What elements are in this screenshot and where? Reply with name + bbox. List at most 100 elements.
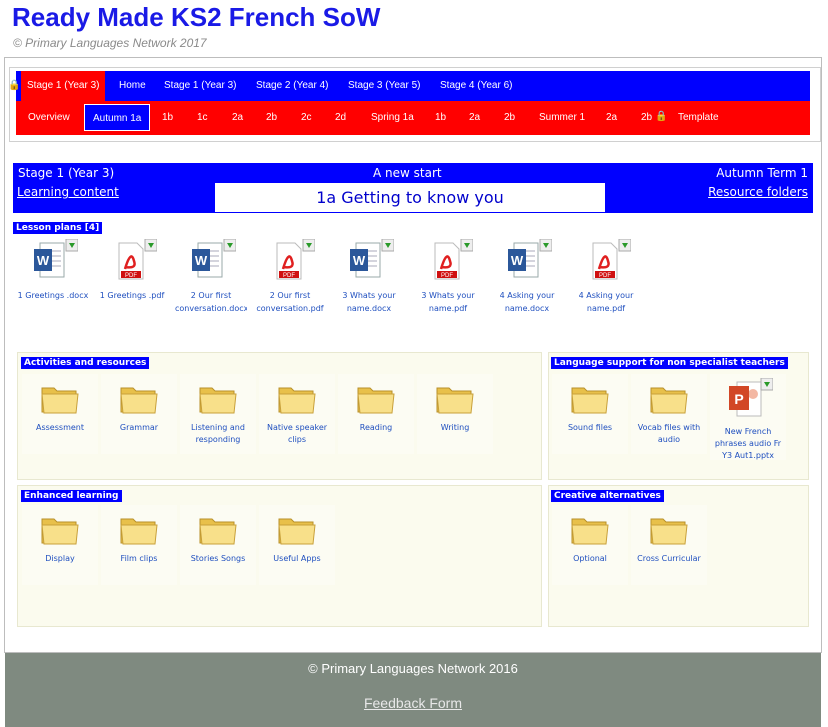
lesson-file[interactable]: W 2 Our first conversation.docx (175, 238, 247, 315)
nav-stage4[interactable]: Stage 4 (Year 6) (440, 71, 512, 101)
enhanced-label: Enhanced learning (21, 490, 122, 502)
lesson-file[interactable]: PDF 3 Whats your name.pdf (412, 238, 484, 315)
pdf-icon: PDF (423, 238, 474, 287)
nav-summer-1[interactable]: Summer 1 (539, 101, 585, 135)
lesson-file[interactable]: W 4 Asking your name.docx (491, 238, 563, 315)
lesson-file[interactable]: PDF 1 Greetings .pdf (96, 238, 168, 315)
file-name: 1 Greetings .docx (17, 291, 89, 300)
folder-icon (40, 382, 80, 416)
folder-icon (198, 513, 238, 547)
folder-grammar[interactable]: Grammar (101, 374, 177, 454)
pdf-icon: PDF (581, 238, 632, 287)
svg-text:W: W (353, 253, 366, 268)
pdf-icon: PDF (107, 238, 158, 287)
nav-spring-2a[interactable]: 2a (469, 101, 480, 135)
folder-writing[interactable]: Writing (417, 374, 493, 454)
nav-summer-2b[interactable]: 2b (641, 101, 652, 135)
nav-spring-1a[interactable]: Spring 1a (371, 101, 414, 135)
file-name: 4 Asking your name.docx (499, 291, 555, 313)
nav-template[interactable]: Template (678, 101, 719, 135)
powerpoint-icon: P (723, 377, 774, 422)
support-item-new-french-phrases-audio-fr-y3-aut1-pptx[interactable]: P New French phrases audio Fr Y3 Aut1.ppt… (710, 374, 786, 460)
folder-display[interactable]: Display (22, 505, 98, 585)
nav-2b[interactable]: 2b (266, 101, 277, 135)
folder-label: Display (45, 554, 75, 563)
svg-text:P: P (734, 391, 743, 407)
lock-icon: 🔒 (655, 111, 668, 122)
nav-stage3[interactable]: Stage 3 (Year 5) (348, 71, 420, 101)
folder-label: Useful Apps (273, 554, 321, 563)
stage-label: Stage 1 (Year 3) (18, 166, 115, 180)
lesson-plans-label: Lesson plans [4] (13, 222, 103, 234)
folder-icon (356, 382, 396, 416)
folder-label: Optional (573, 554, 607, 563)
support-item-vocab-files-with-audio[interactable]: Vocab files with audio (631, 374, 707, 454)
svg-text:PDF: PDF (125, 273, 137, 279)
folder-cross-curricular[interactable]: Cross Curricular (631, 505, 707, 585)
folder-stories-songs[interactable]: Stories Songs (180, 505, 256, 585)
learning-content-link[interactable]: Learning content (17, 185, 119, 199)
folder-icon (570, 513, 610, 547)
folder-film-clips[interactable]: Film clips (101, 505, 177, 585)
lesson-file[interactable]: W 1 Greetings .docx (17, 238, 89, 315)
folder-label: Vocab files with audio (637, 423, 701, 444)
file-name: 4 Asking your name.pdf (578, 291, 634, 313)
support-item-sound-files[interactable]: Sound files (552, 374, 628, 454)
svg-text:W: W (195, 253, 208, 268)
folder-icon (649, 513, 689, 547)
nav-2c[interactable]: 2c (301, 101, 312, 135)
copyright-subtitle: © Primary Languages Network 2017 (13, 36, 207, 50)
primary-nav: 🔒 Stage 1 (Year 3) Home Stage 1 (Year 3)… (8, 71, 810, 101)
folder-label: Stories Songs (190, 554, 246, 563)
folder-reading[interactable]: Reading (338, 374, 414, 454)
folder-label: Native speaker clips (266, 423, 328, 444)
term-label: Autumn Term 1 (716, 166, 808, 180)
folder-icon (435, 382, 475, 416)
folder-icon (119, 513, 159, 547)
nav-2d[interactable]: 2d (335, 101, 346, 135)
folder-label: Listening and responding (191, 423, 245, 444)
nav-summer-2a[interactable]: 2a (606, 101, 617, 135)
lesson-file[interactable]: W 3 Whats your name.docx (333, 238, 405, 315)
file-name: 1 Greetings .pdf (99, 291, 165, 300)
folder-icon (570, 382, 610, 416)
svg-text:PDF: PDF (283, 273, 295, 279)
folder-optional[interactable]: Optional (552, 505, 628, 585)
file-name: 3 Whats your name.pdf (421, 291, 475, 313)
footer: © Primary Languages Network 2016 Feedbac… (5, 653, 821, 727)
nav-spring-2b[interactable]: 2b (504, 101, 515, 135)
nav-spring-1b[interactable]: 1b (435, 101, 446, 135)
lesson-file[interactable]: PDF 2 Our first conversation.pdf (254, 238, 326, 315)
file-name: New French phrases audio Fr Y3 Aut1.pptx (714, 427, 782, 460)
folder-useful-apps[interactable]: Useful Apps (259, 505, 335, 585)
nav-stage1-current[interactable]: Stage 1 (Year 3) (21, 71, 106, 101)
nav-1c[interactable]: 1c (197, 101, 208, 135)
folder-native-speaker-clips[interactable]: Native speaker clips (259, 374, 335, 454)
feedback-form-link[interactable]: Feedback Form (5, 695, 821, 711)
nav-2a[interactable]: 2a (232, 101, 243, 135)
folder-listening-and-responding[interactable]: Listening and responding (180, 374, 256, 454)
lock-icon: 🔒 (8, 80, 21, 91)
file-name: 2 Our first conversation.pdf (256, 291, 324, 313)
folder-icon (277, 513, 317, 547)
nav-1b[interactable]: 1b (162, 101, 173, 135)
creative-label: Creative alternatives (551, 490, 664, 502)
secondary-nav: Overview Autumn 1a 1b 1c 2a 2b 2c 2d Spr… (16, 101, 810, 135)
svg-text:W: W (37, 253, 50, 268)
lesson-title: 1a Getting to know you (215, 183, 605, 212)
nav-overview[interactable]: Overview (28, 101, 70, 135)
folder-label: Writing (440, 423, 470, 432)
nav-stage1[interactable]: Stage 1 (Year 3) (164, 71, 236, 101)
resource-folders-link[interactable]: Resource folders (708, 185, 808, 199)
footer-copyright: © Primary Languages Network 2016 (308, 661, 518, 676)
nav-home[interactable]: Home (119, 71, 146, 101)
folder-assessment[interactable]: Assessment (22, 374, 98, 454)
lesson-file[interactable]: PDF 4 Asking your name.pdf (570, 238, 642, 315)
svg-text:PDF: PDF (599, 273, 611, 279)
folder-label: Film clips (120, 554, 158, 563)
language-support-label: Language support for non specialist teac… (551, 357, 788, 369)
word-doc-icon: W (186, 238, 237, 287)
nav-stage2[interactable]: Stage 2 (Year 4) (256, 71, 328, 101)
nav-autumn-1a[interactable]: Autumn 1a (84, 104, 151, 131)
folder-label: Sound files (567, 423, 613, 432)
